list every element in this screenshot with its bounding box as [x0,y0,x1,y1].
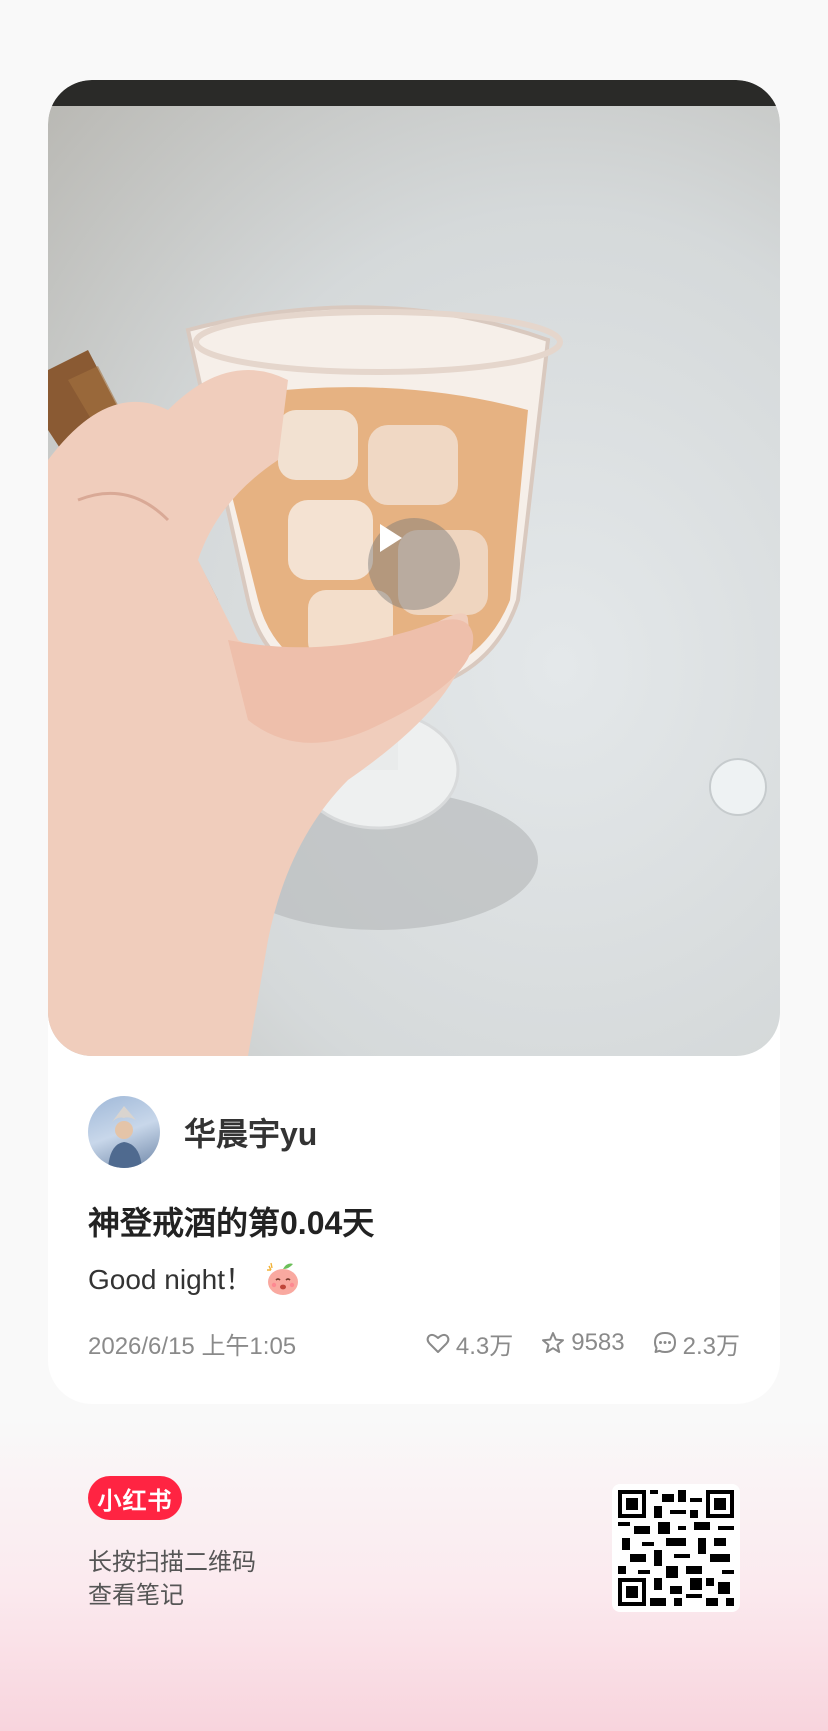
post-description: Good night！ [88,1258,303,1298]
scan-hint-line2: 查看笔记 [88,1582,184,1609]
post-title: 神登戒酒的第0.04天 [88,1205,375,1241]
post-meta: 2026/6/15 上午1:05 4.3万 9583 2.3万 [88,1326,740,1360]
like-stat[interactable]: 4.3万 [424,1326,513,1361]
qr-code-image [618,1490,734,1606]
video-cover[interactable] [48,80,780,1056]
heart-icon [426,1333,450,1353]
post-date: 2026/6/15 上午1:05 [88,1332,297,1360]
play-icon [380,524,402,552]
like-count: 4.3万 [455,1332,514,1360]
author-name[interactable]: 华晨宇yu [184,1109,317,1155]
author-info[interactable]: 华晨宇yu [88,1096,317,1168]
play-button[interactable] [368,518,460,610]
note-card: 华晨宇yu 神登戒酒的第0.04天 Good night！ 2026/6/15 … [48,80,780,1404]
comment-stat[interactable]: 2.3万 [651,1326,740,1361]
brand-logo: 小红书 [88,1476,182,1520]
comment-icon [653,1332,676,1353]
scan-hint: 长按扫描二维码 查看笔记 [88,1546,256,1612]
favorite-count: 9583 [571,1329,625,1356]
qr-code[interactable] [612,1484,740,1612]
star-icon [542,1332,565,1353]
post-stats: 4.3万 9583 2.3万 [424,1326,740,1361]
avatar-image [108,1106,142,1168]
avatar[interactable] [88,1096,160,1168]
peach-emoji-icon [267,1262,298,1295]
description-text: Good night！ [88,1264,253,1295]
favorite-stat[interactable]: 9583 [539,1329,625,1357]
comment-count: 2.3万 [682,1332,740,1360]
scan-hint-line1: 长按扫描二维码 [88,1549,256,1576]
